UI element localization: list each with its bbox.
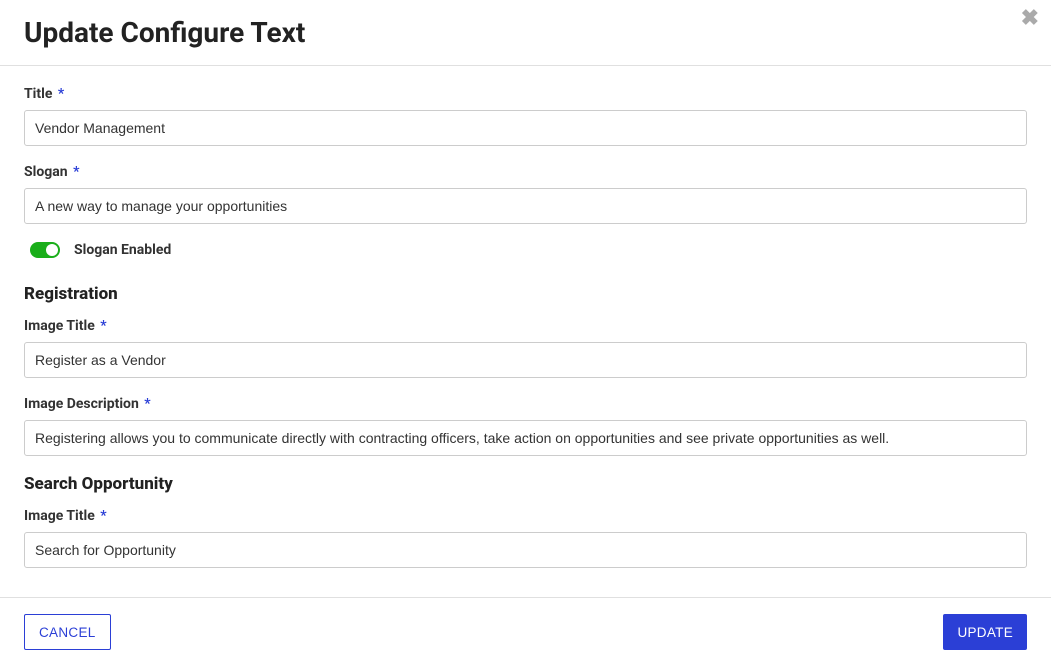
title-field-group: Title * <box>24 86 1027 146</box>
required-asterisk-icon: * <box>100 318 106 334</box>
modal-body: Title * Slogan * Slogan Enabled Registra… <box>0 66 1051 597</box>
registration-image-title-input[interactable] <box>24 342 1027 378</box>
modal-title: Update Configure Text <box>24 16 1027 49</box>
update-button[interactable]: UPDATE <box>943 614 1027 650</box>
update-configure-text-modal: Update Configure Text ✖ Title * Slogan *… <box>0 0 1051 666</box>
slogan-label-text: Slogan <box>24 164 68 180</box>
slogan-field-group: Slogan * <box>24 164 1027 224</box>
search-opportunity-heading: Search Opportunity <box>24 474 1027 494</box>
close-icon[interactable]: ✖ <box>1021 8 1039 30</box>
slogan-label: Slogan * <box>24 164 1027 180</box>
cancel-button[interactable]: CANCEL <box>24 614 111 650</box>
title-input[interactable] <box>24 110 1027 146</box>
search-image-title-label: Image Title * <box>24 508 1027 524</box>
slogan-input[interactable] <box>24 188 1027 224</box>
registration-image-title-label-text: Image Title <box>24 318 95 334</box>
search-image-title-group: Image Title * <box>24 508 1027 568</box>
slogan-enabled-row: Slogan Enabled <box>24 242 1027 258</box>
modal-header: Update Configure Text ✖ <box>0 0 1051 66</box>
modal-footer: CANCEL UPDATE <box>0 597 1051 666</box>
title-label-text: Title <box>24 86 52 102</box>
slogan-enabled-toggle[interactable] <box>30 242 60 258</box>
required-asterisk-icon: * <box>58 86 64 102</box>
toggle-knob-icon <box>46 244 58 256</box>
registration-image-description-input[interactable] <box>24 420 1027 456</box>
registration-image-description-label-text: Image Description <box>24 396 139 412</box>
registration-image-description-group: Image Description * <box>24 396 1027 456</box>
required-asterisk-icon: * <box>144 396 150 412</box>
required-asterisk-icon: * <box>100 508 106 524</box>
registration-image-title-label: Image Title * <box>24 318 1027 334</box>
required-asterisk-icon: * <box>73 164 79 180</box>
registration-image-description-label: Image Description * <box>24 396 1027 412</box>
title-label: Title * <box>24 86 1027 102</box>
registration-heading: Registration <box>24 284 1027 304</box>
registration-image-title-group: Image Title * <box>24 318 1027 378</box>
slogan-enabled-label: Slogan Enabled <box>74 242 171 258</box>
search-image-title-input[interactable] <box>24 532 1027 568</box>
search-image-title-label-text: Image Title <box>24 508 95 524</box>
